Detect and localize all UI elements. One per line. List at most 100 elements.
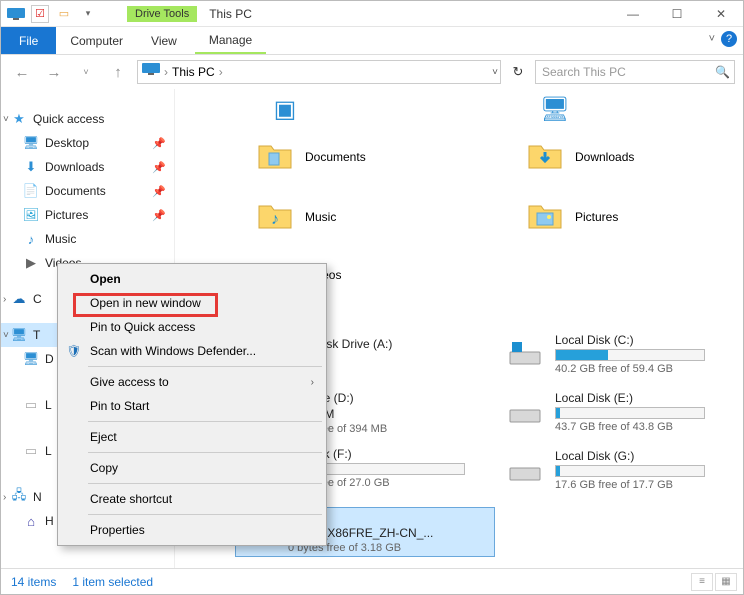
maximize-button[interactable]: ☐ xyxy=(655,1,699,27)
refresh-button[interactable]: ↻ xyxy=(507,61,529,83)
qat-dropdown-icon[interactable]: ▾ xyxy=(79,5,97,23)
drive-free: 43.7 GB free of 43.8 GB xyxy=(555,421,735,433)
qat-new-folder-icon[interactable]: ▭ xyxy=(55,5,73,23)
context-menu-create-shortcut[interactable]: Create shortcut xyxy=(60,487,324,511)
drive-c[interactable]: Local Disk (C:) 40.2 GB free of 59.4 GB xyxy=(505,333,735,375)
drive-icon xyxy=(505,450,545,490)
download-icon: ⬇ xyxy=(23,159,39,175)
folder-pictures[interactable]: Pictures xyxy=(525,197,618,237)
context-menu-properties[interactable]: Properties xyxy=(60,518,324,542)
help-icon[interactable]: ? xyxy=(721,31,737,47)
sidebar-item-music[interactable]: ♪Music xyxy=(1,227,174,251)
chevron-down-icon: ˅ xyxy=(3,114,9,125)
up-button[interactable]: ↑ xyxy=(105,59,131,85)
sidebar-item-desktop[interactable]: 🖥Desktop📌 xyxy=(1,131,174,155)
pin-icon: 📌 xyxy=(152,161,166,174)
search-icon: 🔍 xyxy=(715,65,730,79)
context-menu-windows-defender[interactable]: 🛡Scan with Windows Defender... xyxy=(60,339,324,363)
folder-icon xyxy=(255,137,295,177)
sidebar-item-documents[interactable]: 📄Documents📌 xyxy=(1,179,174,203)
folder-label: Music xyxy=(305,210,336,224)
folder-downloads[interactable]: Downloads xyxy=(525,137,634,177)
pin-icon: 📌 xyxy=(152,137,166,150)
status-selected-count: 1 item selected xyxy=(72,575,153,589)
drive-capacity-bar xyxy=(555,349,705,361)
separator xyxy=(88,366,322,367)
icons-view-button[interactable]: ▦ xyxy=(715,573,737,591)
folder-label: Pictures xyxy=(575,210,618,224)
folder-music[interactable]: ♪ Music xyxy=(255,197,336,237)
drive-icon xyxy=(505,392,545,432)
picture-icon: 🖼 xyxy=(23,207,39,223)
drive-name: Local Disk (E:) xyxy=(555,391,735,405)
details-view-button[interactable]: ≡ xyxy=(691,573,713,591)
network-icon: 🖧 xyxy=(11,489,27,505)
desktop-icon: 🖥 xyxy=(23,135,39,151)
pin-icon: 📌 xyxy=(152,185,166,198)
qat-properties-icon[interactable]: ☑ xyxy=(31,5,49,23)
folder-icon: ♪ xyxy=(255,197,295,237)
context-menu-open[interactable]: Open xyxy=(60,267,324,291)
separator xyxy=(88,514,322,515)
search-input[interactable]: Search This PC 🔍 xyxy=(535,60,735,84)
star-icon: ★ xyxy=(11,111,27,127)
sidebar-item-downloads[interactable]: ⬇Downloads📌 xyxy=(1,155,174,179)
context-menu: Open Open in new window Pin to Quick acc… xyxy=(57,263,327,546)
drive-capacity-bar xyxy=(555,407,705,419)
context-menu-open-new-window[interactable]: Open in new window xyxy=(60,291,324,315)
ribbon-tab-computer[interactable]: Computer xyxy=(56,29,137,53)
folder-3d-objects[interactable]: ▣ xyxy=(265,89,305,129)
monitor-icon xyxy=(7,5,25,23)
ribbon-tab-view[interactable]: View xyxy=(137,29,191,53)
separator xyxy=(88,421,322,422)
folder-icon xyxy=(525,137,565,177)
breadcrumb[interactable]: › This PC › ˅ xyxy=(137,60,501,84)
folder-desktop[interactable]: 🖥 xyxy=(535,89,575,129)
folder-documents[interactable]: Documents xyxy=(255,137,366,177)
ribbon-collapse-icon[interactable]: ˅ xyxy=(709,33,715,45)
context-menu-give-access[interactable]: Give access to› xyxy=(60,370,324,394)
video-icon: ▶ xyxy=(23,255,39,271)
cloud-icon: ☁ xyxy=(11,291,27,307)
status-item-count: 14 items xyxy=(11,575,56,589)
minimize-button[interactable]: — xyxy=(611,1,655,27)
separator xyxy=(88,452,322,453)
drive-name: Local Disk (G:) xyxy=(555,449,735,463)
sidebar-quick-access[interactable]: ˅ ★ Quick access xyxy=(1,107,174,131)
address-bar-row: ← → ˅ ↑ › This PC › ˅ ↻ Search This PC 🔍 xyxy=(1,55,743,89)
folder-label: Documents xyxy=(305,150,366,164)
status-bar: 14 items 1 item selected ≡ ▦ xyxy=(1,568,743,594)
breadcrumb-segment[interactable]: This PC xyxy=(172,65,215,79)
homegroup-icon: ⌂ xyxy=(23,513,39,529)
drive-capacity-bar xyxy=(315,463,465,475)
monitor-icon xyxy=(142,63,160,81)
ribbon: File Computer View Manage ˅ ? xyxy=(1,27,743,55)
titlebar: ☑ ▭ ▾ Drive Tools This PC — ☐ ✕ xyxy=(1,1,743,27)
back-button[interactable]: ← xyxy=(9,59,35,85)
drive-g[interactable]: Local Disk (G:) 17.6 GB free of 17.7 GB xyxy=(505,449,735,491)
music-icon: ♪ xyxy=(23,231,39,247)
drive-free: 40.2 GB free of 59.4 GB xyxy=(555,363,735,375)
separator xyxy=(88,483,322,484)
desktop-icon: 🖥 xyxy=(540,95,570,124)
close-button[interactable]: ✕ xyxy=(699,1,743,27)
svg-text:♪: ♪ xyxy=(271,211,279,228)
chevron-right-icon: › xyxy=(311,377,314,388)
sidebar-item-label: Quick access xyxy=(33,112,104,126)
ribbon-file-tab[interactable]: File xyxy=(1,27,56,54)
drive-free: 17.6 GB free of 17.7 GB xyxy=(555,479,735,491)
pin-icon: 📌 xyxy=(152,209,166,222)
context-menu-eject[interactable]: Eject xyxy=(60,425,324,449)
forward-button[interactable]: → xyxy=(41,59,67,85)
chevron-right-icon: › xyxy=(3,492,6,503)
drive-e[interactable]: Local Disk (E:) 43.7 GB free of 43.8 GB xyxy=(505,391,735,433)
breadcrumb-dropdown-icon[interactable]: ˅ xyxy=(492,67,498,78)
ribbon-tab-manage[interactable]: Manage xyxy=(195,28,266,54)
context-menu-pin-quick-access[interactable]: Pin to Quick access xyxy=(60,315,324,339)
context-menu-copy[interactable]: Copy xyxy=(60,456,324,480)
context-menu-pin-start[interactable]: Pin to Start xyxy=(60,394,324,418)
recent-dropdown[interactable]: ˅ xyxy=(73,59,99,85)
sidebar-item-pictures[interactable]: 🖼Pictures📌 xyxy=(1,203,174,227)
drive-capacity-bar xyxy=(555,465,705,477)
drive-tools-contextual-tab: Drive Tools xyxy=(127,6,197,22)
